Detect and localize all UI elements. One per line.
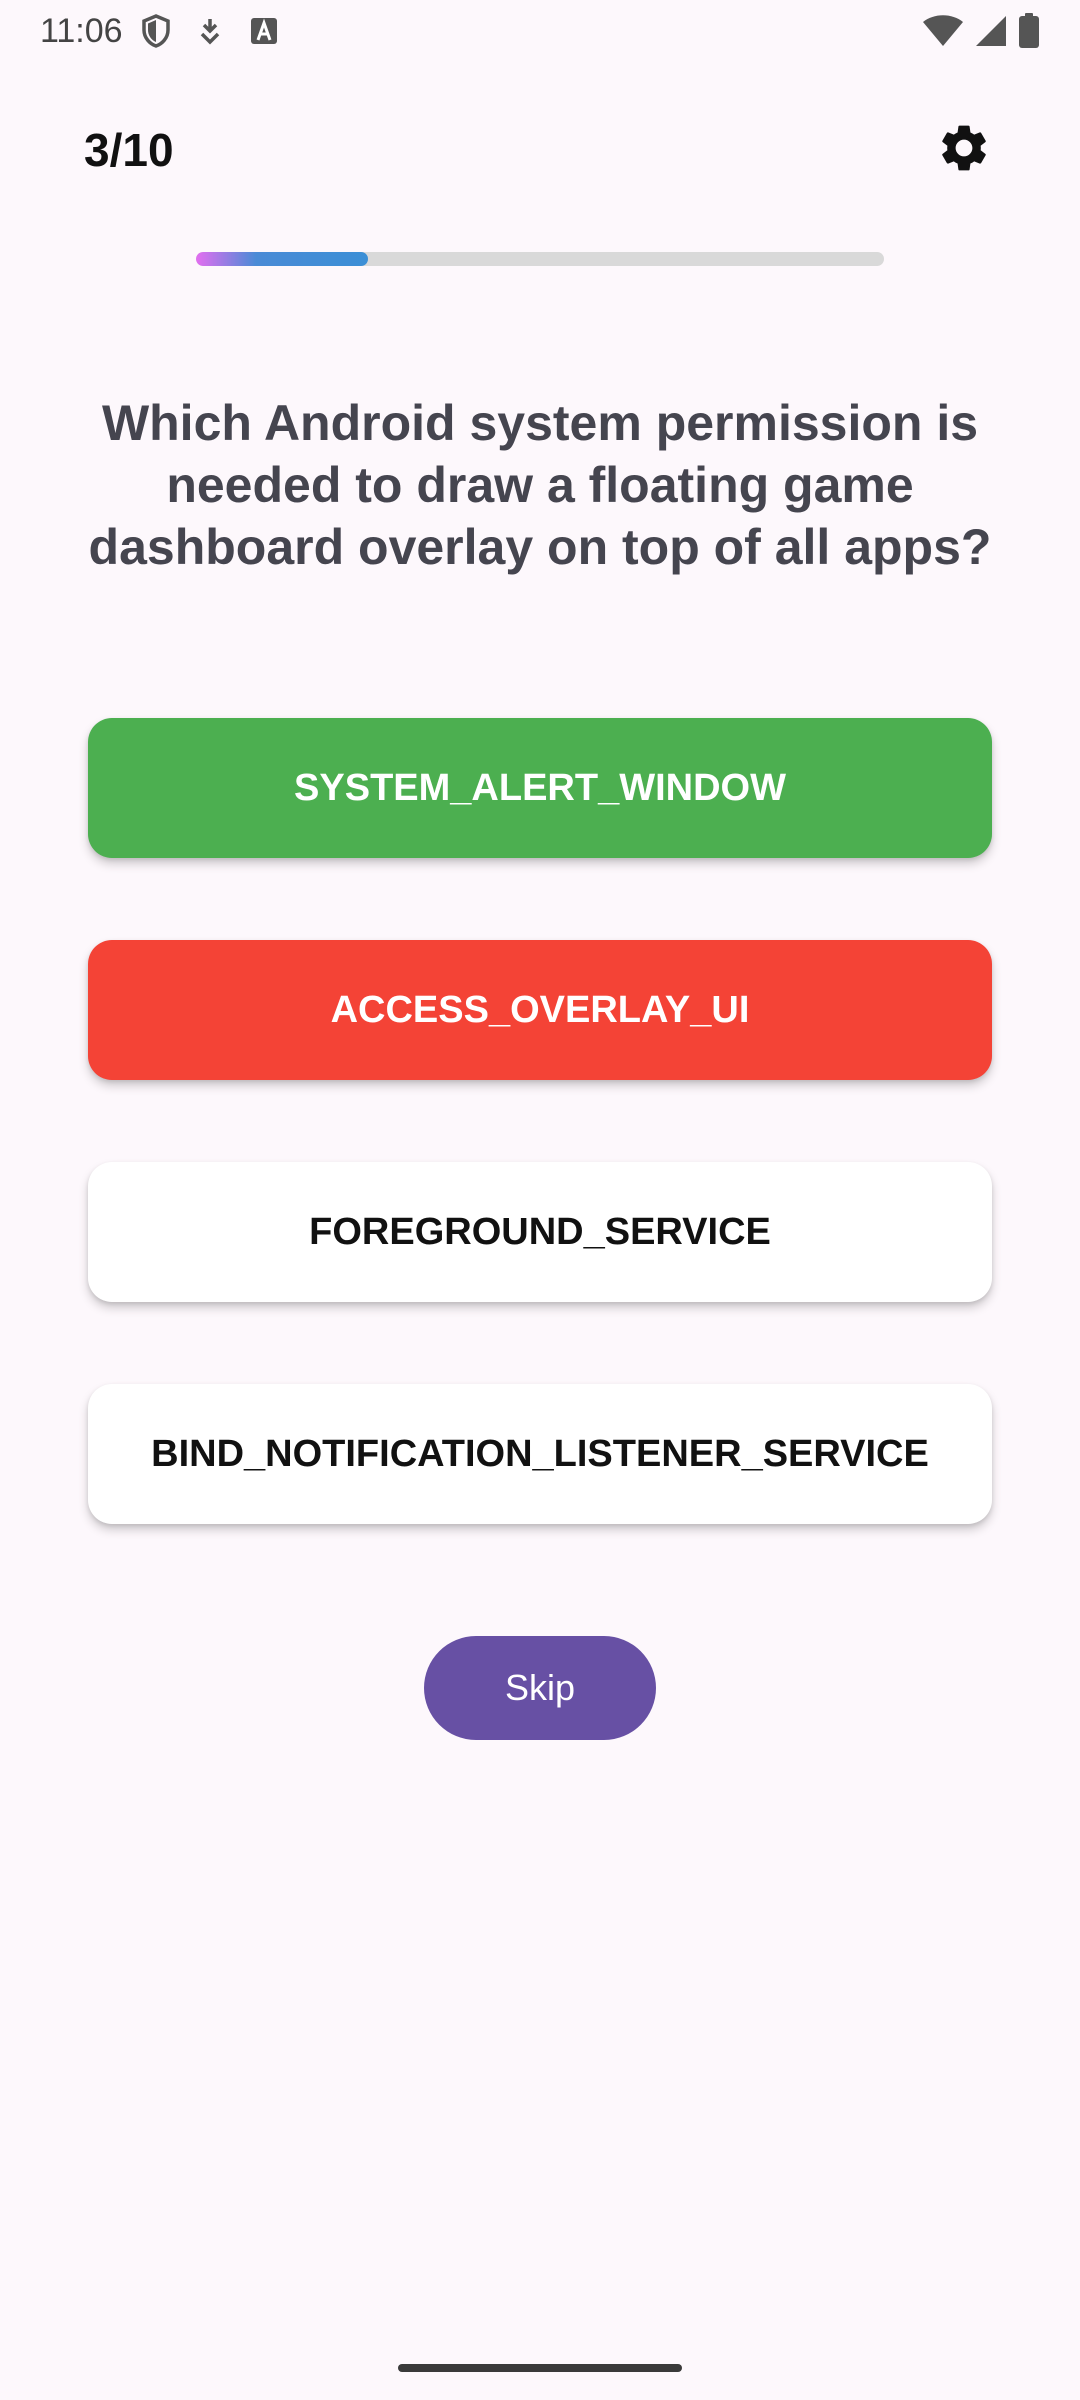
battery-icon — [1018, 13, 1040, 49]
status-time: 11:06 — [40, 11, 123, 50]
answer-option-2[interactable]: ACCESS_OVERLAY_UI — [88, 940, 992, 1080]
status-left-icons — [141, 14, 279, 48]
shield-icon — [141, 14, 171, 48]
quiz-header: 3/10 — [84, 110, 996, 190]
gear-icon — [936, 120, 992, 181]
status-right-icons — [922, 13, 1040, 49]
wifi-icon — [922, 14, 964, 48]
answer-option-4[interactable]: BIND_NOTIFICATION_LISTENER_SERVICE — [88, 1384, 992, 1524]
status-bar: 11:06 — [0, 0, 1080, 62]
quiz-progress-fill — [196, 252, 368, 266]
quiz-progress-bar — [196, 252, 884, 266]
question-counter: 3/10 — [84, 124, 174, 176]
question-text: Which Android system permission is neede… — [88, 395, 992, 575]
answer-list: SYSTEM_ALERT_WINDOW ACCESS_OVERLAY_UI FORE… — [88, 718, 992, 1524]
font-icon — [249, 16, 279, 46]
answer-option-1[interactable]: SYSTEM_ALERT_WINDOW — [88, 718, 992, 858]
skip-button[interactable]: Skip — [424, 1636, 656, 1740]
answer-option-3[interactable]: FOREGROUND_SERVICE — [88, 1162, 992, 1302]
settings-button[interactable] — [932, 118, 996, 182]
signal-icon — [974, 14, 1008, 48]
download-icon — [197, 16, 223, 46]
gesture-navigation-bar[interactable] — [398, 2364, 682, 2372]
